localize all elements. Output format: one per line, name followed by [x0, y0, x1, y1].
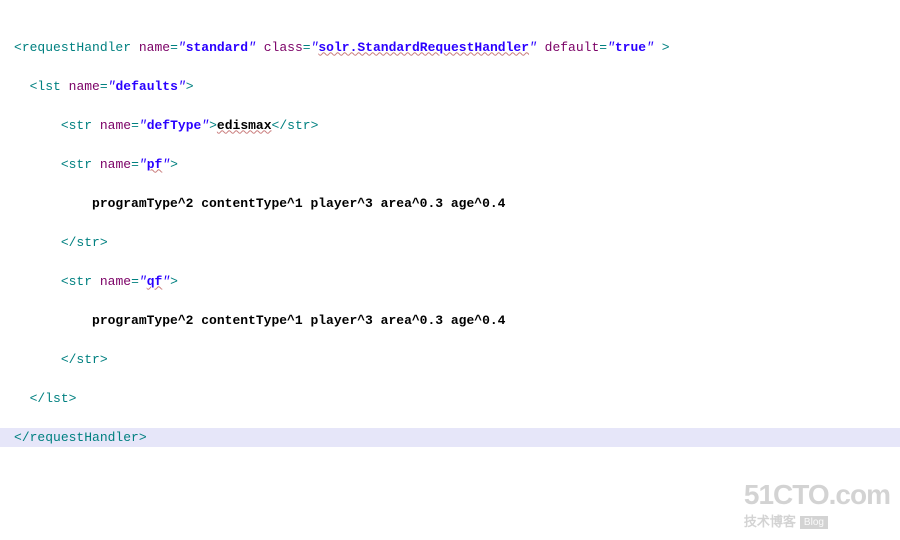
line-lst-close: </lst> [0, 389, 900, 409]
line-requesthandler-open: <requestHandler name="standard" class="s… [0, 38, 900, 58]
line-str-qf-close: </str> [0, 350, 900, 370]
line-str-pf-close: </str> [0, 233, 900, 253]
line-lst-open: <lst name="defaults"> [0, 77, 900, 97]
watermark-badge: Blog [800, 516, 828, 529]
line-str-qf-open: <str name="qf"> [0, 272, 900, 292]
watermark-site: 51CTO.com [744, 479, 890, 511]
line-str-deftype: <str name="defType">edismax</str> [0, 116, 900, 136]
watermark-subtitle: 技术博客 [744, 514, 796, 529]
line-str-pf-open: <str name="pf"> [0, 155, 900, 175]
line-str-qf-content: programType^2 contentType^1 player^3 are… [0, 311, 900, 331]
watermark-sub-row: 技术博客 Blog [744, 511, 890, 530]
xml-code-block: <requestHandler name="standard" class="s… [0, 0, 900, 467]
line-str-pf-content: programType^2 contentType^1 player^3 are… [0, 194, 900, 214]
line-requesthandler-close: </requestHandler> [0, 428, 900, 448]
watermark: 51CTO.com 技术博客 Blog [744, 479, 890, 530]
